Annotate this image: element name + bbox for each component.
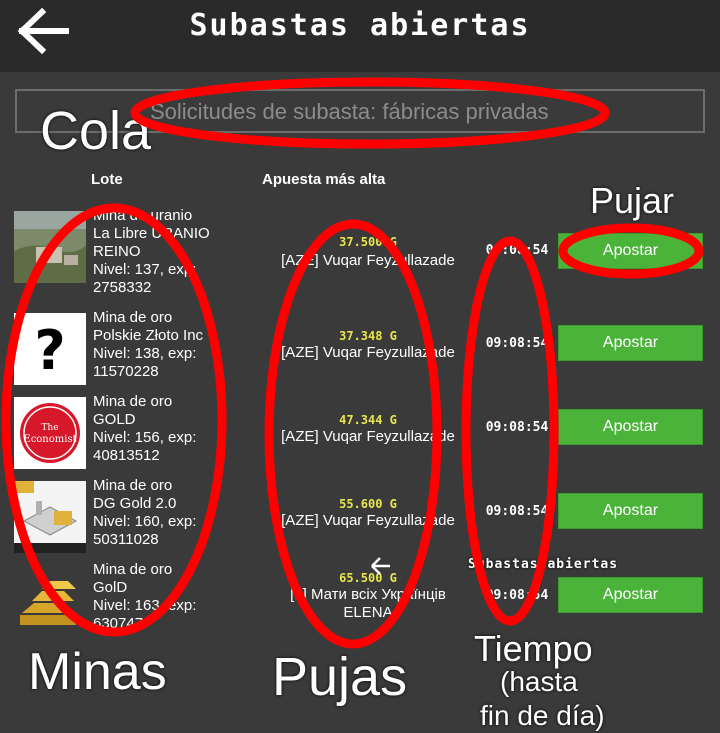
lot-info: Mina de oro Polskie Złoto Inc Nivel: 138…	[93, 309, 233, 381]
bidder-name-2: ELENA	[343, 604, 393, 621]
bidder-name: [L] Мати всіх Українців	[290, 586, 446, 603]
bid-button[interactable]: Apostar	[558, 233, 703, 269]
lot-type: Mina de oro	[93, 561, 173, 578]
lot-level: Nivel: 163, exp:	[93, 597, 197, 614]
lot-level: Nivel: 137, exp:	[93, 261, 197, 278]
time-remaining: 09:08:54	[485, 504, 549, 519]
bidder-name: [AZE] Vuqar Feyzullazade	[281, 252, 455, 269]
lot-exp: 40813512	[93, 447, 160, 464]
lot-name-2: REINO	[93, 243, 141, 260]
lot-exp: 11570228	[93, 363, 159, 380]
time-remaining: 09:08:54	[485, 336, 549, 351]
lot-info: Mina de uranio La Libre URANIO REINO Niv…	[93, 207, 233, 297]
page-title: Subastas abiertas	[189, 8, 531, 43]
annotation-bid: Pujar	[590, 180, 675, 221]
annotation-time-2: (hasta	[500, 666, 578, 697]
auction-row: Mina de oro GolD Nivel: 163, exp: 630747…	[0, 561, 720, 645]
bid-amount: 55.600 G	[339, 497, 397, 511]
annotation-bids: Pujas	[272, 647, 408, 707]
lot-name: Polskie Złoto Inc	[93, 327, 204, 344]
lot-name: DG Gold 2.0	[93, 495, 177, 512]
uranium-mine-thumb-icon	[14, 211, 86, 283]
lot-exp: 50311028	[93, 531, 159, 548]
svg-text:Economist: Economist	[23, 434, 76, 445]
auction-row: The Economist Mina de oro GOLD Nivel: 15…	[0, 393, 720, 477]
lot-info: Mina de oro GOLD Nivel: 156, exp: 408135…	[93, 393, 233, 465]
bid-button[interactable]: Apostar	[558, 577, 703, 613]
bidder-name: [AZE] Vuqar Feyzullazade	[281, 512, 455, 529]
svg-text:The: The	[41, 423, 58, 433]
bid-amount: 47.344 G	[339, 413, 397, 427]
time-remaining: 09:08:54	[485, 420, 549, 435]
annotation-mines: Minas	[28, 643, 167, 701]
column-header-lot: Lote	[91, 171, 123, 188]
time-remaining: 09:08:54	[485, 588, 549, 603]
lot-name: GOLD	[93, 411, 136, 428]
bid-amount: 37.348 G	[339, 329, 397, 343]
lot-type: Mina de oro	[93, 477, 173, 494]
bidder-name: [AZE] Vuqar Feyzullazade	[281, 344, 455, 361]
lot-level: Nivel: 160, exp:	[93, 513, 197, 530]
auction-row: ? Mina de oro Polskie Złoto Inc Nivel: 1…	[0, 309, 720, 393]
auction-requests-tab-label: Solicitudes de subasta: fábricas privada…	[150, 99, 549, 124]
bid-button[interactable]: Apostar	[558, 493, 703, 529]
small-back-arrow-icon	[371, 557, 390, 575]
lot-name: GolD	[93, 579, 128, 596]
column-header-highest-bid: Apuesta más alta	[262, 171, 386, 188]
annotation-time: Tiempo	[474, 628, 593, 669]
lot-name: La Libre URANIO	[93, 225, 210, 242]
top-bar: Subastas abiertas	[0, 0, 720, 72]
lot-info: Mina de oro DG Gold 2.0 Nivel: 160, exp:…	[93, 477, 233, 549]
lot-exp: 630747	[93, 615, 144, 632]
bid-button[interactable]: Apostar	[558, 325, 703, 361]
lot-info: Mina de oro GolD Nivel: 163, exp: 630747	[93, 561, 233, 633]
gold-bars-thumb-icon	[14, 565, 86, 637]
auction-row: Mina de oro DG Gold 2.0 Nivel: 160, exp:…	[0, 477, 720, 561]
bid-button[interactable]: Apostar	[558, 409, 703, 445]
overlay-title: Subastas abiertas	[468, 557, 619, 572]
lot-level: Nivel: 156, exp:	[93, 429, 197, 446]
lot-level: Nivel: 138, exp:	[93, 345, 197, 362]
lot-exp: 2758332	[93, 279, 152, 296]
time-remaining: 09:08:54	[485, 243, 549, 258]
lot-type: Mina de oro	[93, 393, 173, 410]
economist-thumb-icon: The Economist	[14, 397, 86, 469]
question-mark-thumb-icon: ?	[14, 313, 86, 385]
bid-amount: 37.500 G	[339, 235, 397, 249]
bidder-name: [AZE] Vuqar Feyzullazade	[281, 428, 455, 445]
svg-text:?: ?	[34, 319, 65, 382]
annotation-time-3: fin de día)	[480, 700, 605, 731]
lot-type: Mina de oro	[93, 309, 173, 326]
lot-type: Mina de uranio	[93, 207, 193, 224]
gold-factory-thumb-icon	[14, 481, 86, 553]
annotation-queue: Cola	[40, 101, 152, 161]
